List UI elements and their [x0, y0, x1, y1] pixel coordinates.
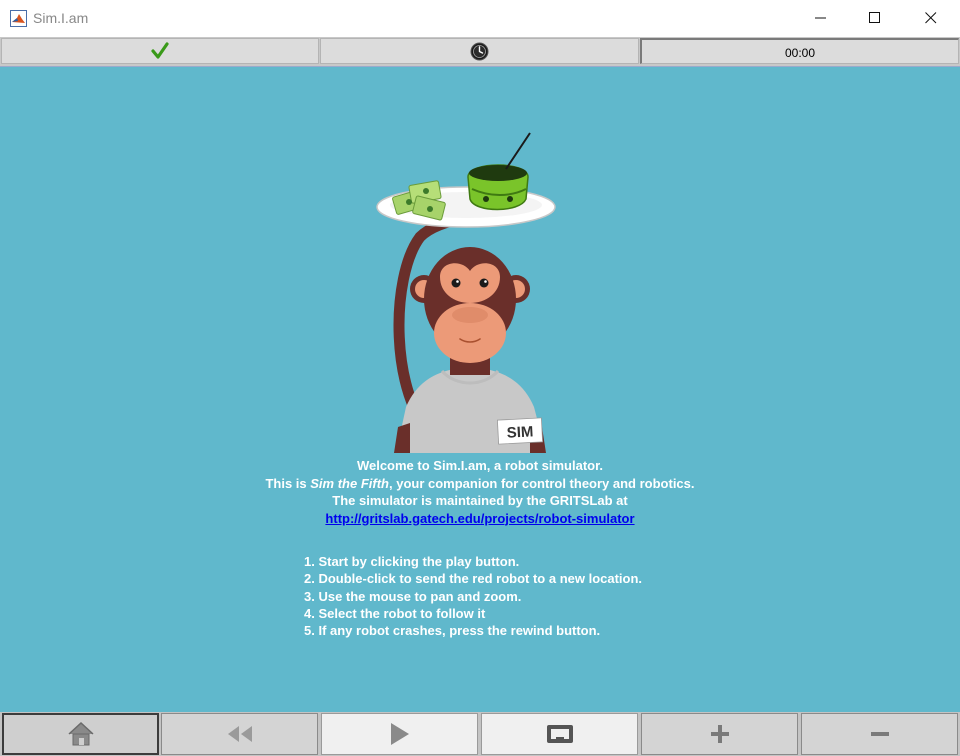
- simulation-canvas[interactable]: SIM Welcome to Sim.I.am, a robot simulat…: [0, 66, 960, 713]
- home-icon: [67, 721, 94, 746]
- shirt-badge-text: SIM: [506, 423, 534, 441]
- rewind-button[interactable]: [161, 713, 318, 755]
- matlab-icon: [10, 10, 27, 27]
- gritslab-link[interactable]: http://gritslab.gatech.edu/projects/robo…: [325, 511, 634, 526]
- status-ok-cell: [1, 38, 319, 64]
- zoom-out-button[interactable]: [801, 713, 958, 755]
- status-time-cell: 00:00: [640, 38, 959, 64]
- home-button[interactable]: [2, 713, 159, 755]
- welcome-text: Welcome to Sim.I.am, a robot simulator. …: [0, 457, 960, 527]
- window-title: Sim.I.am: [33, 10, 89, 26]
- play-icon: [390, 723, 409, 745]
- maximize-button[interactable]: [852, 0, 898, 37]
- follow-robot-icon: [546, 725, 573, 743]
- follow-robot-button[interactable]: [481, 713, 638, 755]
- play-button[interactable]: [321, 713, 478, 755]
- rewind-icon: [227, 726, 252, 742]
- status-clock-cell: [320, 38, 639, 64]
- instruction-item: 3. Use the mouse to pan and zoom.: [304, 588, 522, 604]
- sim-monkey-mascot: SIM: [376, 132, 556, 453]
- bottom-toolbar: [0, 712, 960, 756]
- welcome-line-2: This is Sim the Fifth, your companion fo…: [265, 475, 695, 491]
- instruction-item: 5. If any robot crashes, press the rewin…: [304, 623, 601, 639]
- window-titlebar: Sim.I.am: [0, 0, 960, 37]
- minimize-icon: [815, 17, 826, 19]
- clock-readout: 00:00: [784, 46, 816, 60]
- clock-icon: [470, 42, 489, 61]
- maximize-icon: [869, 12, 880, 23]
- instructions-list: 1. Start by clicking the play button. 2.…: [304, 553, 642, 639]
- close-button[interactable]: [908, 0, 954, 37]
- instruction-item: 2. Double-click to send the red robot to…: [304, 571, 643, 587]
- welcome-line-1: Welcome to Sim.I.am, a robot simulator.: [356, 458, 604, 473]
- close-icon: [925, 12, 937, 24]
- welcome-line-3: The simulator is maintained by the GRITS…: [332, 493, 628, 508]
- status-bar: 00:00: [0, 37, 960, 66]
- checkmark-icon: [151, 42, 169, 59]
- instruction-item: 4. Select the robot to follow it: [304, 605, 486, 621]
- zoom-in-button[interactable]: [641, 713, 798, 755]
- zoom-in-icon: [710, 725, 729, 743]
- instruction-item: 1. Start by clicking the play button.: [304, 554, 520, 569]
- zoom-out-icon: [870, 732, 889, 736]
- minimize-button[interactable]: [798, 0, 844, 37]
- sim-name: Sim the Fifth: [310, 475, 389, 491]
